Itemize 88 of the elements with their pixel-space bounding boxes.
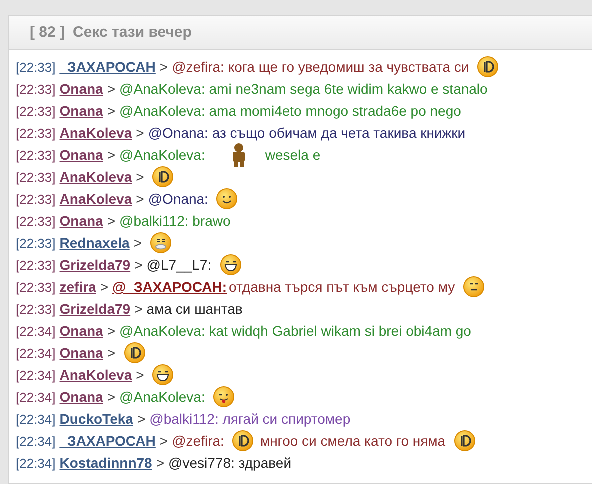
d-face-icon: [454, 430, 476, 452]
timestamp: [22:33]: [16, 148, 56, 162]
message-text: @AnaKoleva:: [120, 389, 206, 405]
username-link[interactable]: Onana: [60, 147, 104, 163]
username-link[interactable]: AnaKoleva: [60, 169, 132, 185]
username-link[interactable]: _ЗАХАРОСАН: [60, 433, 156, 449]
username-link[interactable]: Onana: [60, 323, 104, 339]
separator-mark: >: [134, 257, 143, 273]
user-count: [ 82 ]: [30, 24, 66, 41]
separator-mark: >: [107, 81, 116, 97]
username-link[interactable]: Onana: [60, 103, 104, 119]
message-text: @zefira:: [172, 433, 224, 449]
username-link[interactable]: Grizelda79: [60, 257, 131, 273]
message-text: @Onana: аз също обичам да чета такива книжки: [148, 125, 466, 141]
timestamp: [22:34]: [16, 412, 56, 426]
separator-mark: >: [136, 191, 144, 207]
message-text: wesela e: [265, 147, 321, 163]
separator-mark: >: [156, 455, 165, 471]
message-text: @AnaKoleva: kat widqh Gabriel wikam si brei obi4am go: [120, 323, 472, 339]
separator-mark: >: [136, 367, 144, 383]
message-text: @AnaKoleva:: [120, 147, 206, 163]
room-title: Секс тази вечер: [73, 24, 192, 41]
separator-mark: >: [136, 169, 144, 185]
separator-mark: >: [107, 147, 116, 163]
timestamp: [22:33]: [16, 258, 56, 272]
timestamp: [22:33]: [16, 192, 56, 206]
separator-mark: >: [107, 345, 116, 361]
username-link[interactable]: AnaKoleva: [60, 125, 132, 141]
message-text: отдавна търся път към сърцето му: [229, 279, 456, 295]
timestamp: [22:34]: [16, 368, 56, 382]
message-text: @Onana:: [148, 191, 208, 207]
timestamp: [22:33]: [16, 302, 56, 316]
timestamp: [22:33]: [16, 280, 56, 294]
separator-mark: >: [134, 301, 143, 317]
message-text: @vesi778: здравей: [168, 455, 292, 471]
timestamp: [22:33]: [16, 170, 56, 184]
message-text: ама си шантав: [146, 301, 243, 317]
timestamp: [22:34]: [16, 324, 56, 338]
timestamp: [22:33]: [16, 82, 56, 96]
username-link[interactable]: Grizelda79: [60, 301, 131, 317]
message-text: @balki112: brawo: [120, 213, 231, 229]
timestamp: [22:33]: [16, 60, 56, 74]
separator-mark: >: [160, 59, 168, 75]
message-text: мнгоо си смела като го няма: [260, 433, 446, 449]
mention-link[interactable]: @_ЗАХАРОСАН:: [112, 279, 227, 295]
message-text: @L7__L7:: [146, 257, 212, 273]
username-link[interactable]: _ЗАХАРОСАН: [60, 59, 156, 75]
d-face-icon: [152, 166, 174, 188]
grin-icon: [220, 254, 242, 276]
separator-mark: >: [134, 235, 142, 251]
timestamp: [22:34]: [16, 434, 56, 448]
sick-face-icon: [150, 232, 172, 254]
d-face-icon: [232, 430, 254, 452]
username-link[interactable]: AnaKoleva: [60, 367, 132, 383]
timestamp: [22:34]: [16, 346, 56, 360]
separator-mark: >: [100, 279, 109, 295]
timestamp: [22:34]: [16, 390, 56, 404]
username-link[interactable]: zefira: [60, 279, 96, 295]
timestamp: [22:33]: [16, 236, 56, 250]
separator-mark: >: [136, 125, 144, 141]
timestamp: [22:33]: [16, 214, 56, 228]
d-face-icon: [124, 342, 146, 364]
message-text: @AnaKoleva: ama momi4eto mnogo strada6e po nego: [120, 103, 462, 119]
separator-mark: >: [137, 411, 146, 427]
username-link[interactable]: DuckoTeka: [60, 411, 134, 427]
neutral-face-icon: [463, 276, 486, 298]
d-face-icon: [477, 56, 500, 78]
message-text: @AnaKoleva: ami ne3nam sega 6te widim kakwo e stanalo: [120, 81, 488, 97]
username-link[interactable]: Rednaxela: [60, 235, 130, 251]
username-link[interactable]: Onana: [60, 81, 104, 97]
wink-icon: [213, 386, 236, 408]
timestamp: [22:34]: [16, 456, 56, 470]
separator-mark: >: [107, 213, 116, 229]
grin-icon: [152, 364, 174, 386]
separator-mark: >: [160, 433, 168, 449]
username-link[interactable]: Onana: [60, 345, 104, 361]
separator-mark: >: [107, 323, 116, 339]
message-text: @zefira: кога ще го уведомиш за чувствата си: [172, 59, 470, 75]
separator-mark: >: [107, 103, 116, 119]
timestamp: [22:33]: [16, 126, 56, 140]
smile-icon: [216, 188, 238, 210]
message-text: @balki112: лягай си спиртомер: [150, 411, 351, 427]
username-link[interactable]: Onana: [60, 213, 104, 229]
separator-mark: >: [107, 389, 116, 405]
timestamp: [22:33]: [16, 104, 56, 118]
username-link[interactable]: AnaKoleva: [60, 191, 132, 207]
username-link[interactable]: Kostadinnn78: [60, 455, 152, 471]
username-link[interactable]: Onana: [60, 389, 104, 405]
